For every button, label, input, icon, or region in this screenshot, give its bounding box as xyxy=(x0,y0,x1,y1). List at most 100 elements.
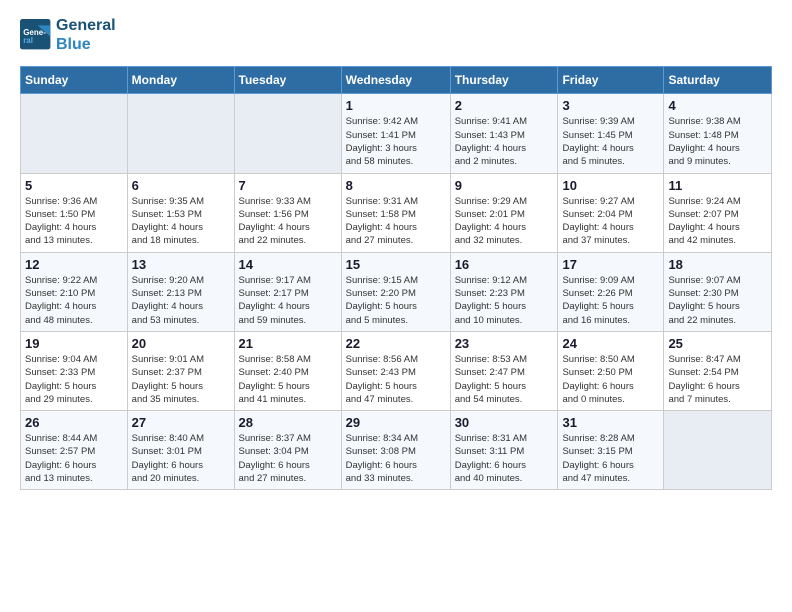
calendar-cell xyxy=(664,411,772,490)
day-number: 1 xyxy=(346,98,446,113)
page: Gene- ral General Blue SundayMondayTuesd… xyxy=(0,0,792,506)
day-number: 12 xyxy=(25,257,123,272)
logo: Gene- ral General Blue xyxy=(20,16,116,54)
calendar-week-4: 19 Sunrise: 9:04 AMSunset: 2:33 PMDayligh… xyxy=(21,331,772,410)
calendar-cell: 21 Sunrise: 8:58 AMSunset: 2:40 PMDayligh… xyxy=(234,331,341,410)
day-number: 18 xyxy=(668,257,767,272)
day-number: 20 xyxy=(132,336,230,351)
calendar-cell xyxy=(234,94,341,173)
day-number: 24 xyxy=(562,336,659,351)
day-info: Sunrise: 9:31 AMSunset: 1:58 PMDaylight:… xyxy=(346,195,446,248)
day-info: Sunrise: 9:20 AMSunset: 2:13 PMDaylight:… xyxy=(132,274,230,327)
day-number: 30 xyxy=(455,415,554,430)
calendar-cell: 5Sunrise: 9:36 AMSunset: 1:50 PMDaylight… xyxy=(21,173,128,252)
day-number: 19 xyxy=(25,336,123,351)
logo-icon: Gene- ral xyxy=(20,19,52,51)
calendar-cell: 22Sunrise: 8:56 AMSunset: 2:43 PMDayligh… xyxy=(341,331,450,410)
day-number: 2 xyxy=(455,98,554,113)
day-number: 13 xyxy=(132,257,230,272)
calendar-cell: 4Sunrise: 9:38 AMSunset: 1:48 PMDaylight… xyxy=(664,94,772,173)
calendar-cell: 11Sunrise: 9:24 AMSunset: 2:07 PMDayligh… xyxy=(664,173,772,252)
day-number: 6 xyxy=(132,178,230,193)
weekday-header-saturday: Saturday xyxy=(664,67,772,94)
day-info: Sunrise: 9:15 AMSunset: 2:20 PMDaylight:… xyxy=(346,274,446,327)
day-info: Sunrise: 9:38 AMSunset: 1:48 PMDaylight:… xyxy=(668,115,767,168)
calendar-week-5: 26Sunrise: 8:44 AMSunset: 2:57 PMDayligh… xyxy=(21,411,772,490)
calendar-cell: 30 Sunrise: 8:31 AMSunset: 3:11 PMDayligh… xyxy=(450,411,558,490)
day-info: Sunrise: 8:44 AMSunset: 2:57 PMDaylight:… xyxy=(25,432,123,485)
calendar-cell: 27 Sunrise: 8:40 AMSunset: 3:01 PMDayligh… xyxy=(127,411,234,490)
day-info: Sunrise: 8:58 AMSunset: 2:40 PMDaylight:… xyxy=(239,353,337,406)
calendar-cell: 8Sunrise: 9:31 AMSunset: 1:58 PMDaylight… xyxy=(341,173,450,252)
weekday-header-sunday: Sunday xyxy=(21,67,128,94)
day-info: Sunrise: 8:40 AMSunset: 3:01 PMDaylight:… xyxy=(132,432,230,485)
calendar-cell: 6 Sunrise: 9:35 AMSunset: 1:53 PMDaylight… xyxy=(127,173,234,252)
header: Gene- ral General Blue xyxy=(20,16,772,54)
day-info: Sunrise: 9:29 AMSunset: 2:01 PMDaylight:… xyxy=(455,195,554,248)
day-info: Sunrise: 9:33 AMSunset: 1:56 PMDaylight:… xyxy=(239,195,337,248)
day-number: 5 xyxy=(25,178,123,193)
day-number: 27 xyxy=(132,415,230,430)
calendar-cell: 29 Sunrise: 8:34 AMSunset: 3:08 PMDayligh… xyxy=(341,411,450,490)
calendar-cell: 19 Sunrise: 9:04 AMSunset: 2:33 PMDayligh… xyxy=(21,331,128,410)
weekday-header-thursday: Thursday xyxy=(450,67,558,94)
day-info: Sunrise: 9:07 AMSunset: 2:30 PMDaylight:… xyxy=(668,274,767,327)
calendar-cell: 12 Sunrise: 9:22 AMSunset: 2:10 PMDayligh… xyxy=(21,252,128,331)
day-number: 15 xyxy=(346,257,446,272)
day-info: Sunrise: 9:09 AMSunset: 2:26 PMDaylight:… xyxy=(562,274,659,327)
weekday-header-tuesday: Tuesday xyxy=(234,67,341,94)
day-info: Sunrise: 9:01 AMSunset: 2:37 PMDaylight:… xyxy=(132,353,230,406)
day-number: 22 xyxy=(346,336,446,351)
day-info: Sunrise: 9:41 AMSunset: 1:43 PMDaylight:… xyxy=(455,115,554,168)
calendar-cell xyxy=(127,94,234,173)
day-number: 28 xyxy=(239,415,337,430)
day-info: Sunrise: 9:35 AMSunset: 1:53 PMDaylight:… xyxy=(132,195,230,248)
calendar-cell: 16 Sunrise: 9:12 AMSunset: 2:23 PMDayligh… xyxy=(450,252,558,331)
calendar-cell: 20 Sunrise: 9:01 AMSunset: 2:37 PMDayligh… xyxy=(127,331,234,410)
weekday-header-row: SundayMondayTuesdayWednesdayThursdayFrid… xyxy=(21,67,772,94)
day-info: Sunrise: 8:50 AMSunset: 2:50 PMDaylight:… xyxy=(562,353,659,406)
day-number: 3 xyxy=(562,98,659,113)
day-number: 16 xyxy=(455,257,554,272)
day-info: Sunrise: 8:31 AMSunset: 3:11 PMDaylight:… xyxy=(455,432,554,485)
weekday-header-wednesday: Wednesday xyxy=(341,67,450,94)
calendar-cell xyxy=(21,94,128,173)
day-info: Sunrise: 9:27 AMSunset: 2:04 PMDaylight:… xyxy=(562,195,659,248)
day-info: Sunrise: 8:47 AMSunset: 2:54 PMDaylight:… xyxy=(668,353,767,406)
day-number: 7 xyxy=(239,178,337,193)
calendar-cell: 25 Sunrise: 8:47 AMSunset: 2:54 PMDayligh… xyxy=(664,331,772,410)
calendar-cell: 23 Sunrise: 8:53 AMSunset: 2:47 PMDayligh… xyxy=(450,331,558,410)
calendar-cell: 9 Sunrise: 9:29 AMSunset: 2:01 PMDaylight… xyxy=(450,173,558,252)
calendar-cell: 28 Sunrise: 8:37 AMSunset: 3:04 PMDayligh… xyxy=(234,411,341,490)
calendar-cell: 2 Sunrise: 9:41 AMSunset: 1:43 PMDaylight… xyxy=(450,94,558,173)
day-info: Sunrise: 8:28 AMSunset: 3:15 PMDaylight:… xyxy=(562,432,659,485)
day-number: 29 xyxy=(346,415,446,430)
calendar-cell: 13 Sunrise: 9:20 AMSunset: 2:13 PMDayligh… xyxy=(127,252,234,331)
day-info: Sunrise: 9:17 AMSunset: 2:17 PMDaylight:… xyxy=(239,274,337,327)
weekday-header-friday: Friday xyxy=(558,67,664,94)
calendar-week-2: 5Sunrise: 9:36 AMSunset: 1:50 PMDaylight… xyxy=(21,173,772,252)
svg-text:ral: ral xyxy=(23,36,33,45)
day-number: 10 xyxy=(562,178,659,193)
day-info: Sunrise: 9:12 AMSunset: 2:23 PMDaylight:… xyxy=(455,274,554,327)
logo-text-line1: General xyxy=(56,16,116,35)
day-info: Sunrise: 9:04 AMSunset: 2:33 PMDaylight:… xyxy=(25,353,123,406)
logo-text-line2: Blue xyxy=(56,35,116,54)
day-info: Sunrise: 9:22 AMSunset: 2:10 PMDaylight:… xyxy=(25,274,123,327)
day-info: Sunrise: 9:39 AMSunset: 1:45 PMDaylight:… xyxy=(562,115,659,168)
day-number: 25 xyxy=(668,336,767,351)
day-number: 23 xyxy=(455,336,554,351)
calendar-cell: 17 Sunrise: 9:09 AMSunset: 2:26 PMDayligh… xyxy=(558,252,664,331)
calendar-week-1: 1 Sunrise: 9:42 AMSunset: 1:41 PMDaylight… xyxy=(21,94,772,173)
day-number: 21 xyxy=(239,336,337,351)
day-number: 17 xyxy=(562,257,659,272)
day-number: 9 xyxy=(455,178,554,193)
day-info: Sunrise: 8:34 AMSunset: 3:08 PMDaylight:… xyxy=(346,432,446,485)
day-info: Sunrise: 8:37 AMSunset: 3:04 PMDaylight:… xyxy=(239,432,337,485)
calendar-cell: 18 Sunrise: 9:07 AMSunset: 2:30 PMDayligh… xyxy=(664,252,772,331)
day-number: 14 xyxy=(239,257,337,272)
calendar-cell: 1 Sunrise: 9:42 AMSunset: 1:41 PMDaylight… xyxy=(341,94,450,173)
day-info: Sunrise: 9:42 AMSunset: 1:41 PMDaylight:… xyxy=(346,115,446,168)
calendar-cell: 3 Sunrise: 9:39 AMSunset: 1:45 PMDaylight… xyxy=(558,94,664,173)
day-info: Sunrise: 8:53 AMSunset: 2:47 PMDaylight:… xyxy=(455,353,554,406)
